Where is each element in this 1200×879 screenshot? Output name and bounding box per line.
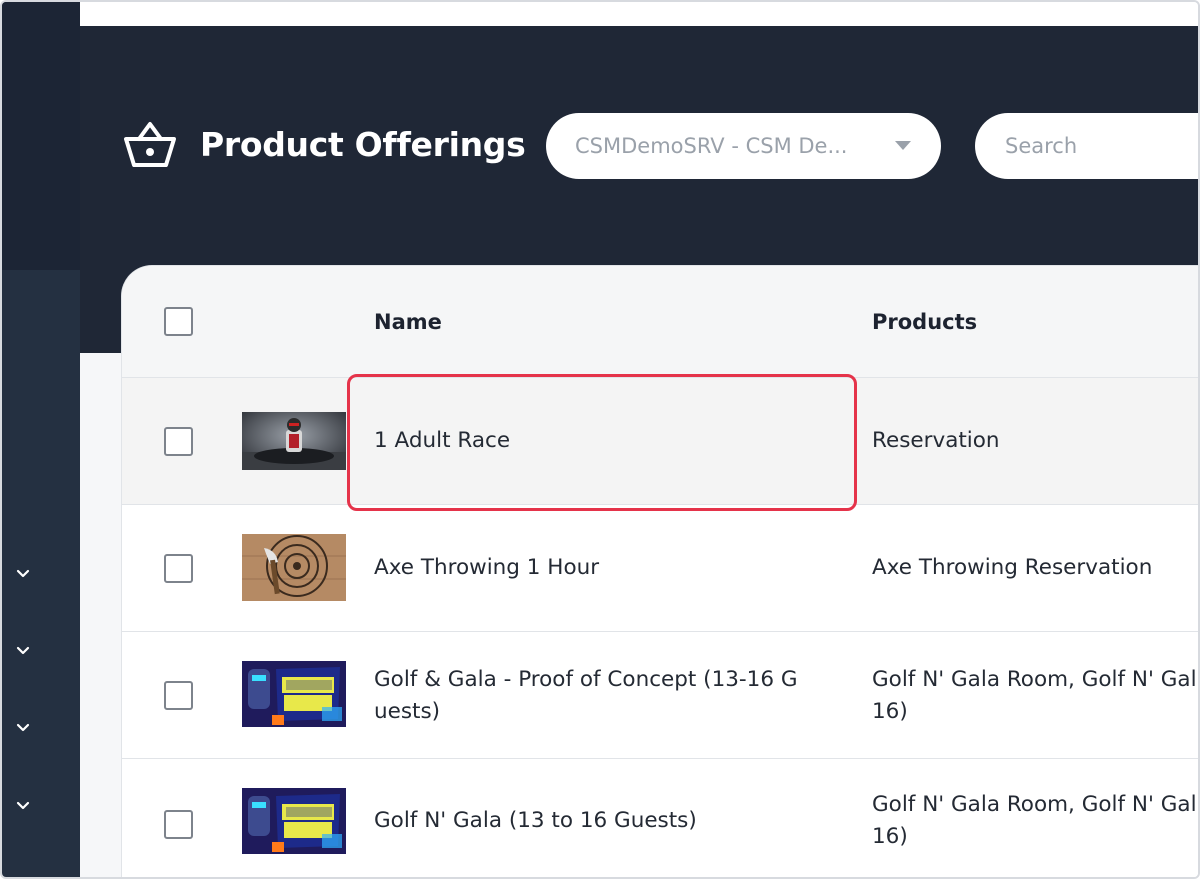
golf-n-gala-logo-thumbnail: [242, 788, 346, 854]
offering-name[interactable]: Golf N' Gala (13 to 16 Guests): [374, 805, 834, 837]
golf-n-gala-logo-thumbnail: [242, 661, 346, 727]
table-row[interactable]: 1 Adult Race Reservation: [122, 378, 1198, 505]
row-checkbox[interactable]: [164, 554, 193, 583]
sidebar-logo-area: [2, 2, 80, 270]
offerings-table: Name Products 1 Adult Race Reservation A…: [122, 266, 1198, 877]
table-row[interactable]: Axe Throwing 1 Hour Axe Throwing Reserva…: [122, 505, 1198, 632]
column-header-products[interactable]: Products: [872, 266, 977, 378]
row-checkbox[interactable]: [164, 681, 193, 710]
table-row[interactable]: Golf N' Gala (13 to 16 Guests) Golf N' G…: [122, 759, 1198, 877]
location-dropdown-value: CSMDemoSRV - CSM De...: [575, 134, 848, 158]
offering-name[interactable]: 1 Adult Race: [374, 425, 834, 457]
table-row[interactable]: Golf & Gala - Proof of Concept (13-16 G …: [122, 632, 1198, 759]
chevron-down-icon[interactable]: [12, 716, 34, 738]
basket-icon: [124, 122, 176, 167]
axe-target-thumbnail: [242, 534, 346, 601]
chevron-down-icon[interactable]: [12, 562, 34, 584]
caret-down-icon: [895, 141, 911, 150]
row-checkbox[interactable]: [164, 427, 193, 456]
location-dropdown[interactable]: CSMDemoSRV - CSM De...: [546, 113, 941, 179]
offering-products: Reservation: [872, 428, 1000, 453]
offering-products: Golf N' Gala Room, Golf N' Gal 16): [872, 667, 1197, 724]
app-window: Product Offerings CSMDemoSRV - CSM De...…: [0, 0, 1200, 879]
select-all-checkbox[interactable]: [164, 307, 193, 336]
column-header-name[interactable]: Name: [374, 266, 442, 378]
offering-products: Axe Throwing Reservation: [872, 555, 1153, 580]
offering-name[interactable]: Golf & Gala - Proof of Concept (13-16 G …: [374, 664, 834, 728]
offering-products: Golf N' Gala Room, Golf N' Gal 16): [872, 792, 1197, 849]
top-bar: [80, 2, 1198, 26]
sidebar: [2, 2, 80, 877]
row-checkbox[interactable]: [164, 809, 193, 839]
table-header: Name Products: [122, 266, 1198, 378]
chevron-down-icon[interactable]: [12, 794, 34, 816]
page-title: Product Offerings: [200, 125, 526, 164]
offering-name[interactable]: Axe Throwing 1 Hour: [374, 552, 834, 584]
search-input[interactable]: [975, 113, 1198, 179]
go-kart-racer-thumbnail: [242, 412, 346, 470]
chevron-down-icon[interactable]: [12, 639, 34, 661]
